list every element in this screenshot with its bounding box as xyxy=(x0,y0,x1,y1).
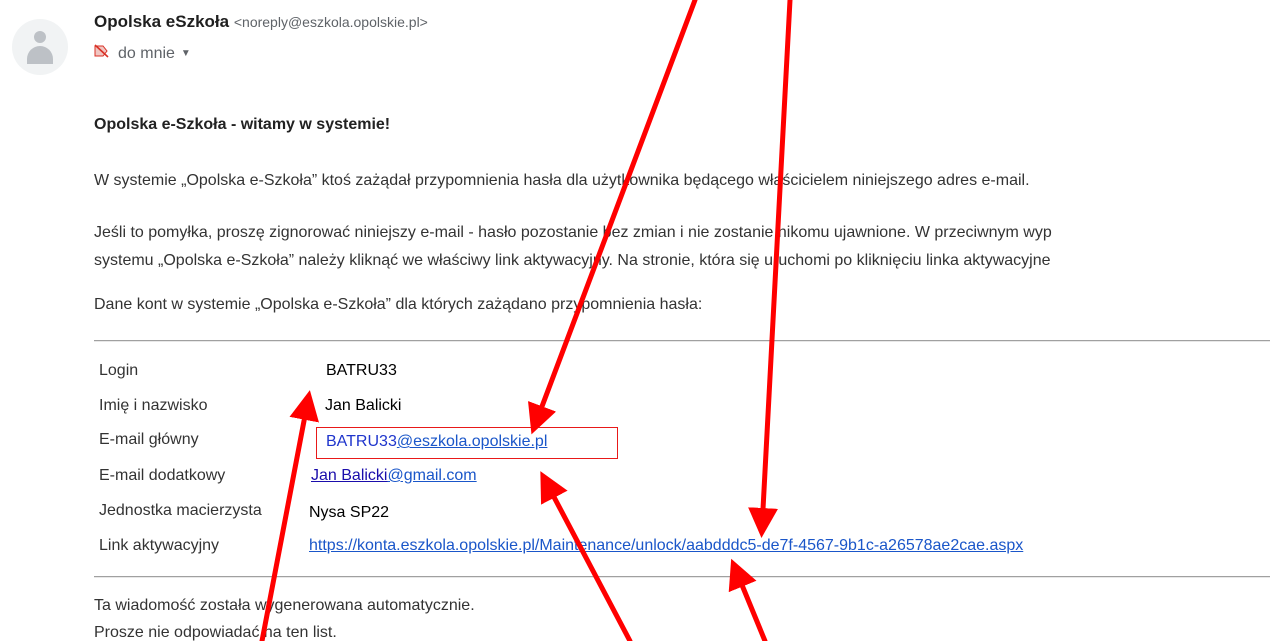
row-label-extra-email: E-mail dodatkowy xyxy=(99,467,226,484)
row-label-name: Imię i nazwisko xyxy=(99,397,208,414)
extra-email-domain-link[interactable]: @gmail.com xyxy=(387,467,476,484)
unit-value: Nysa SP22 xyxy=(309,504,390,521)
name-value: Jan Balicki xyxy=(325,397,402,414)
message-para-1: W systemie „Opolska e-Szkoła” ktoś zażąd… xyxy=(94,172,1030,189)
row-label-main-email: E-mail główny xyxy=(99,431,199,448)
main-email-domain-link[interactable]: @eszkola.opolskie.pl xyxy=(397,433,548,450)
divider-bottom xyxy=(94,576,1270,577)
extra-email-value[interactable]: Jan Balicki@gmail.com xyxy=(311,467,477,485)
divider-top xyxy=(94,340,1270,341)
row-label-activation-link: Link aktywacyjny xyxy=(99,537,220,554)
message-para-3: Dane kont w systemie „Opolska e-Szkoła” … xyxy=(94,296,703,313)
message-heading: Opolska e-Szkoła - witamy w systemie! xyxy=(94,116,391,133)
avatar-body-shape xyxy=(27,46,53,64)
main-email-value[interactable]: BATRU33@eszkola.opolskie.pl xyxy=(326,433,547,451)
red-arrow-to-main-email xyxy=(528,0,698,435)
caret-down-icon[interactable]: ▼ xyxy=(181,48,191,59)
footer-line-1: Ta wiadomość została wygenerowana automa… xyxy=(94,597,475,614)
recipient-line[interactable]: do mnie ▼ xyxy=(94,44,191,63)
avatar-head-shape xyxy=(34,31,46,43)
red-arrow-to-main-email-domain xyxy=(540,471,633,641)
message-para-2-line-1: Jeśli to pomyłka, proszę zignorować nini… xyxy=(94,224,1052,241)
main-email-login: BATRU33 xyxy=(326,433,397,450)
login-value: BATRU33 xyxy=(326,362,397,379)
red-arrow-to-activation-link-segment xyxy=(728,558,768,641)
recipient-label: do mnie xyxy=(118,44,175,62)
sender-email: <noreply@eszkola.opolskie.pl> xyxy=(233,14,428,30)
sender-line: Opolska eSzkoła <noreply@eszkola.opolski… xyxy=(94,12,428,32)
row-label-unit: Jednostka macierzysta xyxy=(99,502,262,519)
row-label-login: Login xyxy=(99,362,139,379)
sender-name[interactable]: Opolska eSzkoła xyxy=(94,12,229,31)
message-para-2-line-2: systemu „Opolska e-Szkoła” należy klikną… xyxy=(94,252,1051,269)
avatar[interactable] xyxy=(12,19,68,75)
activation-link[interactable]: https://konta.eszkola.opolskie.pl/Mainte… xyxy=(309,537,1023,555)
extra-email-name-link[interactable]: Jan Balicki xyxy=(311,467,387,484)
no-entry-tag-icon xyxy=(94,44,110,63)
footer-line-2: Prosze nie odpowiadać na ten list. xyxy=(94,624,337,641)
